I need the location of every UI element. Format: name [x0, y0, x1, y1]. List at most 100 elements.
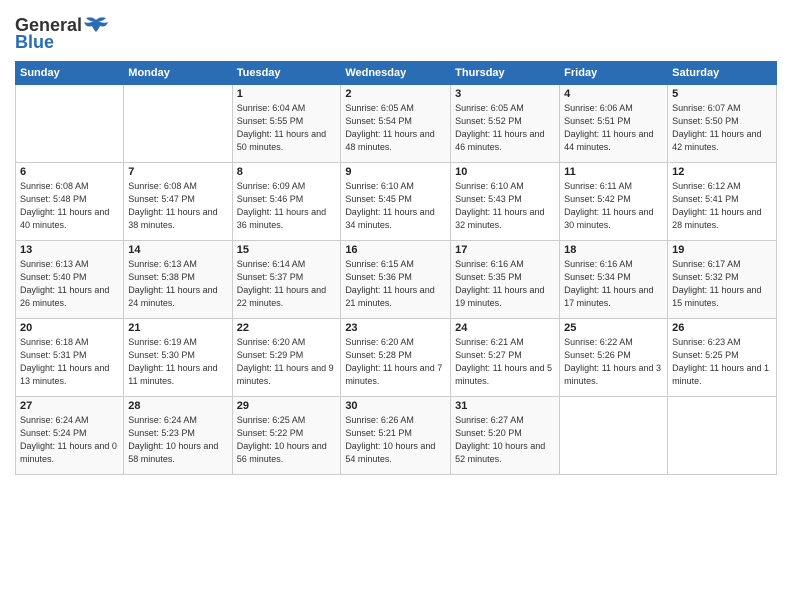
day-number: 10: [455, 166, 555, 178]
day-number: 1: [237, 88, 337, 100]
page-container: General Blue SundayMondayTuesdayWednesda…: [0, 0, 792, 480]
day-info: Sunrise: 6:21 AM Sunset: 5:27 PM Dayligh…: [455, 336, 555, 388]
day-info: Sunrise: 6:04 AM Sunset: 5:55 PM Dayligh…: [237, 102, 337, 154]
header: General Blue: [15, 10, 777, 53]
day-info: Sunrise: 6:22 AM Sunset: 5:26 PM Dayligh…: [564, 336, 663, 388]
day-info: Sunrise: 6:09 AM Sunset: 5:46 PM Dayligh…: [237, 180, 337, 232]
day-number: 21: [128, 322, 227, 334]
day-number: 16: [345, 244, 446, 256]
calendar-day-cell: 15 Sunrise: 6:14 AM Sunset: 5:37 PM Dayli…: [232, 241, 341, 319]
calendar-week-row: 6 Sunrise: 6:08 AM Sunset: 5:48 PM Daylig…: [16, 163, 777, 241]
day-number: 27: [20, 400, 119, 412]
calendar-week-row: 20 Sunrise: 6:18 AM Sunset: 5:31 PM Dayli…: [16, 319, 777, 397]
day-info: Sunrise: 6:13 AM Sunset: 5:38 PM Dayligh…: [128, 258, 227, 310]
calendar-day-cell: 24 Sunrise: 6:21 AM Sunset: 5:27 PM Dayli…: [451, 319, 560, 397]
day-number: 9: [345, 166, 446, 178]
weekday-header: Wednesday: [341, 62, 451, 85]
calendar-day-cell: 25 Sunrise: 6:22 AM Sunset: 5:26 PM Dayli…: [560, 319, 668, 397]
day-number: 24: [455, 322, 555, 334]
calendar-day-cell: [124, 85, 232, 163]
day-info: Sunrise: 6:08 AM Sunset: 5:47 PM Dayligh…: [128, 180, 227, 232]
calendar-day-cell: 5Sunrise: 6:07 AM Sunset: 5:50 PM Daylig…: [668, 85, 777, 163]
day-number: 2: [345, 88, 446, 100]
day-number: 12: [672, 166, 772, 178]
day-info: Sunrise: 6:08 AM Sunset: 5:48 PM Dayligh…: [20, 180, 119, 232]
calendar-day-cell: 30 Sunrise: 6:26 AM Sunset: 5:21 PM Dayli…: [341, 397, 451, 475]
calendar-day-cell: 2 Sunrise: 6:05 AM Sunset: 5:54 PM Daylig…: [341, 85, 451, 163]
logo-blue-text: Blue: [15, 32, 54, 53]
day-number: 8: [237, 166, 337, 178]
calendar-day-cell: 29 Sunrise: 6:25 AM Sunset: 5:22 PM Dayli…: [232, 397, 341, 475]
day-number: 15: [237, 244, 337, 256]
day-number: 3: [455, 88, 555, 100]
day-number: 13: [20, 244, 119, 256]
calendar-day-cell: 7 Sunrise: 6:08 AM Sunset: 5:47 PM Daylig…: [124, 163, 232, 241]
calendar-day-cell: 22 Sunrise: 6:20 AM Sunset: 5:29 PM Dayli…: [232, 319, 341, 397]
calendar-day-cell: 1 Sunrise: 6:04 AM Sunset: 5:55 PM Daylig…: [232, 85, 341, 163]
day-info: Sunrise: 6:27 AM Sunset: 5:20 PM Dayligh…: [455, 414, 555, 466]
day-number: 29: [237, 400, 337, 412]
day-info: Sunrise: 6:12 AM Sunset: 5:41 PM Dayligh…: [672, 180, 772, 232]
weekday-header: Saturday: [668, 62, 777, 85]
day-info: Sunrise: 6:26 AM Sunset: 5:21 PM Dayligh…: [345, 414, 446, 466]
calendar-day-cell: 8 Sunrise: 6:09 AM Sunset: 5:46 PM Daylig…: [232, 163, 341, 241]
day-info: Sunrise: 6:20 AM Sunset: 5:29 PM Dayligh…: [237, 336, 337, 388]
calendar-day-cell: 19 Sunrise: 6:17 AM Sunset: 5:32 PM Dayli…: [668, 241, 777, 319]
day-info: Sunrise: 6:14 AM Sunset: 5:37 PM Dayligh…: [237, 258, 337, 310]
calendar-day-cell: 23 Sunrise: 6:20 AM Sunset: 5:28 PM Dayli…: [341, 319, 451, 397]
calendar-day-cell: 10 Sunrise: 6:10 AM Sunset: 5:43 PM Dayli…: [451, 163, 560, 241]
calendar-day-cell: 26Sunrise: 6:23 AM Sunset: 5:25 PM Dayli…: [668, 319, 777, 397]
day-info: Sunrise: 6:07 AM Sunset: 5:50 PM Dayligh…: [672, 102, 772, 154]
day-number: 11: [564, 166, 663, 178]
day-info: Sunrise: 6:10 AM Sunset: 5:45 PM Dayligh…: [345, 180, 446, 232]
weekday-header: Tuesday: [232, 62, 341, 85]
day-info: Sunrise: 6:10 AM Sunset: 5:43 PM Dayligh…: [455, 180, 555, 232]
day-number: 31: [455, 400, 555, 412]
day-info: Sunrise: 6:20 AM Sunset: 5:28 PM Dayligh…: [345, 336, 446, 388]
weekday-header: Monday: [124, 62, 232, 85]
calendar-week-row: 13Sunrise: 6:13 AM Sunset: 5:40 PM Dayli…: [16, 241, 777, 319]
day-info: Sunrise: 6:05 AM Sunset: 5:52 PM Dayligh…: [455, 102, 555, 154]
day-number: 17: [455, 244, 555, 256]
calendar-day-cell: 14 Sunrise: 6:13 AM Sunset: 5:38 PM Dayli…: [124, 241, 232, 319]
calendar-day-cell: 4Sunrise: 6:06 AM Sunset: 5:51 PM Daylig…: [560, 85, 668, 163]
day-number: 30: [345, 400, 446, 412]
calendar-day-cell: 16Sunrise: 6:15 AM Sunset: 5:36 PM Dayli…: [341, 241, 451, 319]
day-number: 28: [128, 400, 227, 412]
day-number: 25: [564, 322, 663, 334]
day-number: 26: [672, 322, 772, 334]
weekday-header: Friday: [560, 62, 668, 85]
day-info: Sunrise: 6:25 AM Sunset: 5:22 PM Dayligh…: [237, 414, 337, 466]
calendar-week-row: 1 Sunrise: 6:04 AM Sunset: 5:55 PM Daylig…: [16, 85, 777, 163]
day-number: 7: [128, 166, 227, 178]
day-number: 20: [20, 322, 119, 334]
calendar-day-cell: 13Sunrise: 6:13 AM Sunset: 5:40 PM Dayli…: [16, 241, 124, 319]
day-number: 22: [237, 322, 337, 334]
day-info: Sunrise: 6:18 AM Sunset: 5:31 PM Dayligh…: [20, 336, 119, 388]
day-info: Sunrise: 6:24 AM Sunset: 5:24 PM Dayligh…: [20, 414, 119, 466]
calendar-day-cell: 3 Sunrise: 6:05 AM Sunset: 5:52 PM Daylig…: [451, 85, 560, 163]
calendar-day-cell: [668, 397, 777, 475]
calendar-table: SundayMondayTuesdayWednesdayThursdayFrid…: [15, 61, 777, 475]
calendar-day-cell: 27 Sunrise: 6:24 AM Sunset: 5:24 PM Dayli…: [16, 397, 124, 475]
day-info: Sunrise: 6:11 AM Sunset: 5:42 PM Dayligh…: [564, 180, 663, 232]
calendar-day-cell: 18Sunrise: 6:16 AM Sunset: 5:34 PM Dayli…: [560, 241, 668, 319]
weekday-header: Thursday: [451, 62, 560, 85]
day-number: 23: [345, 322, 446, 334]
logo: General Blue: [15, 15, 110, 53]
calendar-day-cell: 12 Sunrise: 6:12 AM Sunset: 5:41 PM Dayli…: [668, 163, 777, 241]
calendar-day-cell: 20 Sunrise: 6:18 AM Sunset: 5:31 PM Dayli…: [16, 319, 124, 397]
calendar-header: SundayMondayTuesdayWednesdayThursdayFrid…: [16, 62, 777, 85]
day-info: Sunrise: 6:16 AM Sunset: 5:35 PM Dayligh…: [455, 258, 555, 310]
day-info: Sunrise: 6:05 AM Sunset: 5:54 PM Dayligh…: [345, 102, 446, 154]
calendar-day-cell: [16, 85, 124, 163]
day-number: 14: [128, 244, 227, 256]
day-number: 19: [672, 244, 772, 256]
day-number: 6: [20, 166, 119, 178]
calendar-week-row: 27 Sunrise: 6:24 AM Sunset: 5:24 PM Dayli…: [16, 397, 777, 475]
day-number: 18: [564, 244, 663, 256]
day-info: Sunrise: 6:17 AM Sunset: 5:32 PM Dayligh…: [672, 258, 772, 310]
calendar-day-cell: 6 Sunrise: 6:08 AM Sunset: 5:48 PM Daylig…: [16, 163, 124, 241]
calendar-day-cell: 31 Sunrise: 6:27 AM Sunset: 5:20 PM Dayli…: [451, 397, 560, 475]
calendar-day-cell: 28Sunrise: 6:24 AM Sunset: 5:23 PM Dayli…: [124, 397, 232, 475]
